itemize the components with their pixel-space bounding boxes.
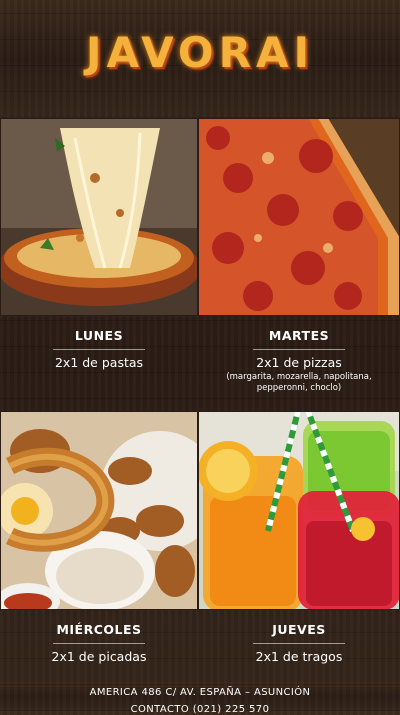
day-label: LUNES xyxy=(74,328,124,343)
picadas-photo xyxy=(0,411,198,610)
pizza-photo xyxy=(198,118,400,316)
offer-text: 2x1 de tragos xyxy=(255,649,343,664)
offer-note: (margarita, mozarella, napolitana, peppe… xyxy=(226,372,372,393)
offer-text: 2x1 de pizzas xyxy=(256,355,342,370)
header: JAVORAI xyxy=(0,0,400,118)
divider xyxy=(53,643,145,644)
offer-text: 2x1 de pastas xyxy=(54,355,144,370)
logo: JAVORAI xyxy=(85,28,315,77)
drinks-icon xyxy=(198,411,400,610)
wednesday-card: MIÉRCOLES 2x1 de picadas xyxy=(0,610,198,682)
divider xyxy=(253,349,345,350)
divider xyxy=(53,349,145,350)
onion-rings-icon xyxy=(0,411,198,610)
day-label: MARTES xyxy=(268,328,330,343)
divider xyxy=(253,643,345,644)
day-label: MIÉRCOLES xyxy=(56,622,142,637)
contact-text: CONTACTO (021) 225 570 xyxy=(130,704,270,715)
day-label: JUEVES xyxy=(272,622,326,637)
thursday-card: JUEVES 2x1 de tragos xyxy=(198,610,400,682)
tuesday-card: MARTES 2x1 de pizzas (margarita, mozarel… xyxy=(198,316,400,414)
address-text: AMERICA 486 C/ AV. ESPAÑA – ASUNCIÓN xyxy=(89,687,311,698)
pasta-photo xyxy=(0,118,198,316)
pizza-icon xyxy=(198,118,400,316)
footer: AMERICA 486 C/ AV. ESPAÑA – ASUNCIÓN CON… xyxy=(0,682,400,715)
offer-text: 2x1 de picadas xyxy=(51,649,147,664)
monday-card: LUNES 2x1 de pastas xyxy=(0,316,198,414)
pasta-icon xyxy=(0,118,198,316)
drinks-photo xyxy=(198,411,400,610)
